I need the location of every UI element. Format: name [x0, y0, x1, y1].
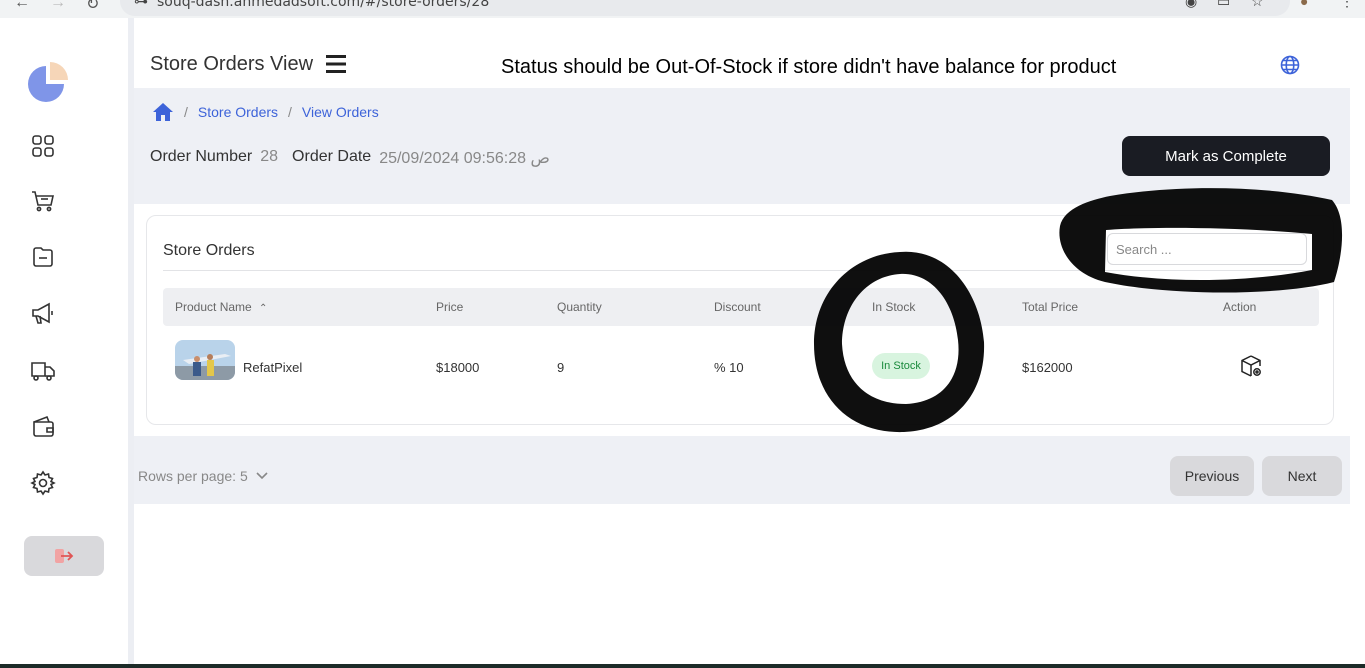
breadcrumb: / Store Orders / View Orders	[152, 102, 379, 122]
sidebar	[0, 18, 128, 668]
main-content: Store Orders View Status should be Out-O…	[134, 18, 1365, 668]
bookmark-star-icon[interactable]: ☆	[1251, 0, 1264, 10]
order-number-label: Order Number	[150, 148, 253, 165]
dashboard-icon[interactable]	[30, 133, 56, 159]
box-settings-icon[interactable]	[1239, 354, 1263, 378]
browser-menu-icon[interactable]: ⋮	[1340, 0, 1354, 10]
card-title: Store Orders	[163, 242, 255, 259]
order-date-label: Order Date	[292, 148, 372, 165]
order-date-value: 25/09/2024 09:56:28 ص	[379, 150, 550, 167]
logout-icon	[55, 549, 74, 563]
table-row: RefatPixel $18000 9 % 10 In Stock $16200…	[163, 336, 1319, 386]
quantity-cell: 9	[557, 360, 565, 375]
discount-cell: % 10	[714, 360, 744, 375]
product-thumbnail	[175, 340, 235, 380]
install-icon[interactable]: ▭	[1217, 0, 1230, 10]
col-action: Action	[1223, 300, 1257, 314]
globe-icon[interactable]	[1280, 55, 1300, 75]
top-header: Store Orders View Status should be Out-O…	[134, 26, 1350, 88]
card-divider	[163, 270, 1319, 271]
orders-section: Store Orders Product Name ⌃ Price Quanti…	[134, 204, 1350, 436]
folder-icon[interactable]	[30, 244, 56, 270]
col-in-stock[interactable]: In Stock	[872, 300, 915, 314]
product-name: RefatPixel	[243, 360, 303, 375]
order-number-value: 28	[260, 148, 279, 165]
back-arrow-icon[interactable]: ←	[14, 0, 30, 12]
cart-icon[interactable]	[30, 188, 56, 214]
profile-avatar-icon[interactable]: ●	[1300, 0, 1308, 9]
forward-arrow-icon[interactable]: →	[50, 0, 66, 12]
rows-per-page-label: Rows per page: 5	[138, 468, 248, 484]
url-text[interactable]: souq-dash.ahmedadsoft.com/#/store-orders…	[157, 0, 489, 10]
table-header: Product Name ⌃ Price Quantity Discount I…	[163, 288, 1319, 326]
page-title: Store Orders View	[150, 53, 314, 75]
col-price[interactable]: Price	[436, 300, 463, 314]
price-cell: $18000	[436, 360, 480, 375]
chevron-down-icon	[256, 472, 268, 480]
breadcrumb-separator: /	[184, 104, 188, 120]
col-total-price[interactable]: Total Price	[1022, 300, 1078, 314]
col-discount[interactable]: Discount	[714, 300, 761, 314]
total-price-cell: $162000	[1022, 360, 1073, 375]
delivery-truck-icon[interactable]	[30, 358, 56, 384]
wallet-icon[interactable]	[30, 414, 56, 440]
order-info: Order Number 28 Order Date 25/09/2024 09…	[150, 148, 550, 168]
breadcrumb-separator: /	[288, 104, 292, 120]
home-icon[interactable]	[152, 102, 174, 122]
browser-toolbar: ← → ↻ ⊶ souq-dash.ahmedadsoft.com/#/stor…	[0, 0, 1365, 18]
megaphone-icon[interactable]	[30, 300, 56, 326]
rows-per-page-select[interactable]: Rows per page: 5	[138, 468, 268, 484]
reload-icon[interactable]: ↻	[86, 0, 99, 14]
translate-icon[interactable]: ◉	[1185, 0, 1197, 10]
previous-button[interactable]: Previous	[1170, 456, 1254, 496]
stock-status-badge: In Stock	[872, 353, 930, 379]
app-logo[interactable]	[28, 58, 72, 102]
annotation-note: Status should be Out-Of-Stock if store d…	[501, 56, 1117, 78]
gear-icon[interactable]	[30, 470, 56, 496]
taskbar-edge	[0, 664, 1365, 668]
site-info-icon[interactable]: ⊶	[134, 0, 148, 10]
orders-card: Store Orders Product Name ⌃ Price Quanti…	[146, 215, 1334, 425]
search-input[interactable]	[1107, 233, 1307, 265]
hamburger-icon[interactable]	[325, 53, 347, 75]
breadcrumb-view-orders[interactable]: View Orders	[302, 104, 379, 120]
mark-complete-button[interactable]: Mark as Complete	[1122, 136, 1330, 176]
breadcrumb-store-orders[interactable]: Store Orders	[198, 104, 278, 120]
sort-ascending-icon[interactable]: ⌃	[259, 303, 267, 314]
next-button[interactable]: Next	[1262, 456, 1342, 496]
col-product-name[interactable]: Product Name ⌃	[175, 300, 267, 314]
logout-button[interactable]	[24, 536, 104, 576]
col-quantity[interactable]: Quantity	[557, 300, 602, 314]
